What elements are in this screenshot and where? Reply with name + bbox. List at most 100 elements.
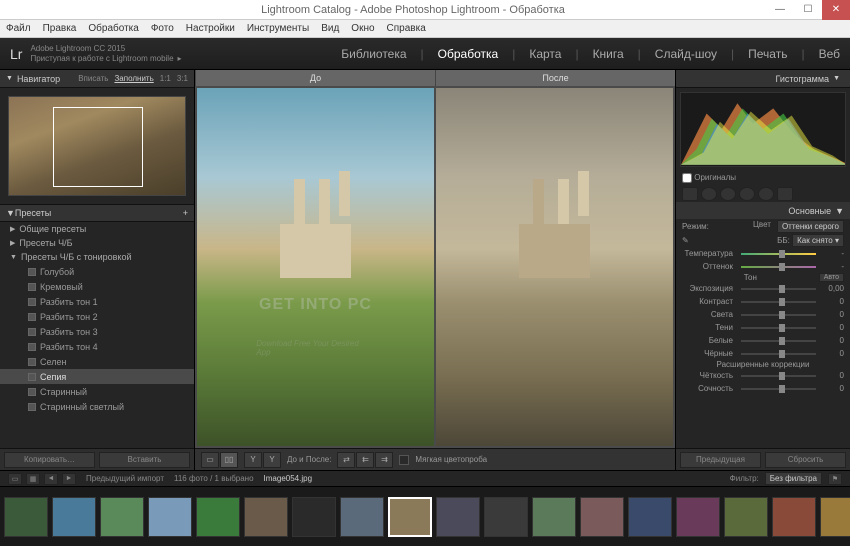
blacks-slider[interactable] [741, 353, 816, 355]
copy-button[interactable]: Копировать… [4, 452, 95, 468]
module-6[interactable]: Веб [819, 47, 840, 61]
compare-view-button[interactable]: ▯▯ [220, 452, 238, 468]
filmstrip[interactable] [0, 486, 850, 546]
preset-group[interactable]: ▶Общие пресеты [0, 222, 194, 236]
menu-обработка[interactable]: Обработка [88, 23, 138, 34]
reset-button[interactable]: Сбросить [765, 452, 846, 468]
mobile-cta[interactable]: Приступая к работе с Lightroom mobile [30, 54, 173, 64]
before-after-split-button[interactable]: Y [263, 452, 281, 468]
zoom-3:1[interactable]: 3:1 [177, 74, 188, 83]
redeye-tool[interactable] [720, 187, 736, 201]
copy-before-button[interactable]: ⇇ [356, 452, 374, 468]
filmstrip-thumb[interactable] [388, 497, 432, 537]
after-image[interactable] [436, 88, 673, 446]
preset-item[interactable]: Разбить тон 2 [0, 309, 194, 324]
filmstrip-thumb[interactable] [676, 497, 720, 537]
auto-tone-button[interactable]: Авто [819, 273, 844, 282]
spot-tool[interactable] [701, 187, 717, 201]
menu-справка[interactable]: Справка [387, 23, 426, 34]
filmstrip-thumb[interactable] [772, 497, 816, 537]
window-close-button[interactable]: ✕ [822, 0, 850, 20]
filmstrip-thumb[interactable] [820, 497, 850, 537]
clarity-slider[interactable] [741, 375, 816, 377]
wb-dropdown[interactable]: Как снято ▾ [792, 234, 844, 247]
copy-after-button[interactable]: ⇉ [375, 452, 393, 468]
shadows-slider[interactable] [741, 327, 816, 329]
zoom-1:1[interactable]: 1:1 [160, 74, 171, 83]
menu-файл[interactable]: Файл [6, 23, 31, 34]
preset-item[interactable]: Кремовый [0, 279, 194, 294]
histogram[interactable] [680, 92, 846, 167]
zoom-Вписать[interactable]: Вписать [78, 74, 108, 83]
whites-slider[interactable] [741, 340, 816, 342]
preset-item[interactable]: Старинный светлый [0, 399, 194, 414]
menu-настройки[interactable]: Настройки [186, 23, 235, 34]
navigator-header[interactable]: ▼ Навигатор ВписатьЗаполнить1:13:1 [0, 70, 194, 88]
originals-checkbox[interactable] [682, 173, 692, 183]
navigator-preview[interactable] [8, 96, 186, 196]
filmstrip-thumb[interactable] [436, 497, 480, 537]
previous-button[interactable]: Предыдущая [680, 452, 761, 468]
filmstrip-thumb[interactable] [484, 497, 528, 537]
window-maximize-button[interactable]: ☐ [794, 0, 822, 20]
module-5[interactable]: Печать [748, 47, 787, 61]
module-3[interactable]: Книга [593, 47, 624, 61]
eyedropper-icon[interactable]: ✎ [682, 236, 689, 245]
tint-slider[interactable] [741, 266, 816, 268]
swap-button[interactable]: ⇄ [337, 452, 355, 468]
brush-tool[interactable] [777, 187, 793, 201]
histogram-header[interactable]: Гистограмма ▼ [676, 70, 850, 88]
preset-item[interactable]: Старинный [0, 384, 194, 399]
filmstrip-thumb[interactable] [196, 497, 240, 537]
filmstrip-thumb[interactable] [52, 497, 96, 537]
preset-item[interactable]: Разбить тон 3 [0, 324, 194, 339]
preset-item[interactable]: Сепия [0, 369, 194, 384]
menu-окно[interactable]: Окно [351, 23, 374, 34]
nav-back-button[interactable]: ◄ [44, 473, 58, 485]
filmstrip-thumb[interactable] [4, 497, 48, 537]
grad-filter-tool[interactable] [739, 187, 755, 201]
softproof-checkbox[interactable] [399, 455, 409, 465]
preset-item[interactable]: Голубой [0, 264, 194, 279]
radial-filter-tool[interactable] [758, 187, 774, 201]
basic-panel-header[interactable]: Основные ▼ [676, 203, 850, 219]
preset-group[interactable]: ▶Пресеты Ч/Б [0, 236, 194, 250]
second-window-button[interactable]: ▭ [8, 473, 22, 485]
flag-filter-button[interactable]: ⚑ [828, 473, 842, 485]
window-minimize-button[interactable]: — [766, 0, 794, 20]
contrast-slider[interactable] [741, 301, 816, 303]
add-preset-button[interactable]: + [183, 208, 188, 218]
loupe-view-button[interactable]: ▭ [201, 452, 219, 468]
vibrance-slider[interactable] [741, 388, 816, 390]
filmstrip-thumb[interactable] [292, 497, 336, 537]
source-label[interactable]: Предыдущий импорт [86, 474, 164, 483]
presets-header[interactable]: ▼ Пресеты + [0, 204, 194, 222]
filmstrip-thumb[interactable] [580, 497, 624, 537]
nav-forward-button[interactable]: ► [62, 473, 76, 485]
crop-tool[interactable] [682, 187, 698, 201]
treatment-color[interactable]: Цвет [753, 220, 771, 233]
zoom-Заполнить[interactable]: Заполнить [114, 74, 153, 83]
temperature-slider[interactable] [741, 253, 816, 255]
before-after-yy-button[interactable]: Y [244, 452, 262, 468]
treatment-grayscale[interactable]: Оттенки серого [777, 220, 844, 233]
preset-group[interactable]: ▼Пресеты Ч/Б с тонировкой [0, 250, 194, 264]
menu-инструменты[interactable]: Инструменты [247, 23, 309, 34]
preset-item[interactable]: Разбить тон 4 [0, 339, 194, 354]
exposure-slider[interactable] [741, 288, 816, 290]
filmstrip-thumb[interactable] [532, 497, 576, 537]
grid-view-button[interactable]: ▦ [26, 473, 40, 485]
module-1[interactable]: Обработка [438, 47, 499, 61]
preset-item[interactable]: Разбить тон 1 [0, 294, 194, 309]
preset-item[interactable]: Селен [0, 354, 194, 369]
filmstrip-thumb[interactable] [100, 497, 144, 537]
filmstrip-thumb[interactable] [340, 497, 384, 537]
filter-dropdown[interactable]: Без фильтра [765, 472, 822, 485]
filmstrip-thumb[interactable] [244, 497, 288, 537]
highlights-slider[interactable] [741, 314, 816, 316]
menu-фото[interactable]: Фото [151, 23, 174, 34]
filmstrip-thumb[interactable] [724, 497, 768, 537]
menu-вид[interactable]: Вид [321, 23, 339, 34]
paste-button[interactable]: Вставить [99, 452, 190, 468]
filmstrip-thumb[interactable] [148, 497, 192, 537]
